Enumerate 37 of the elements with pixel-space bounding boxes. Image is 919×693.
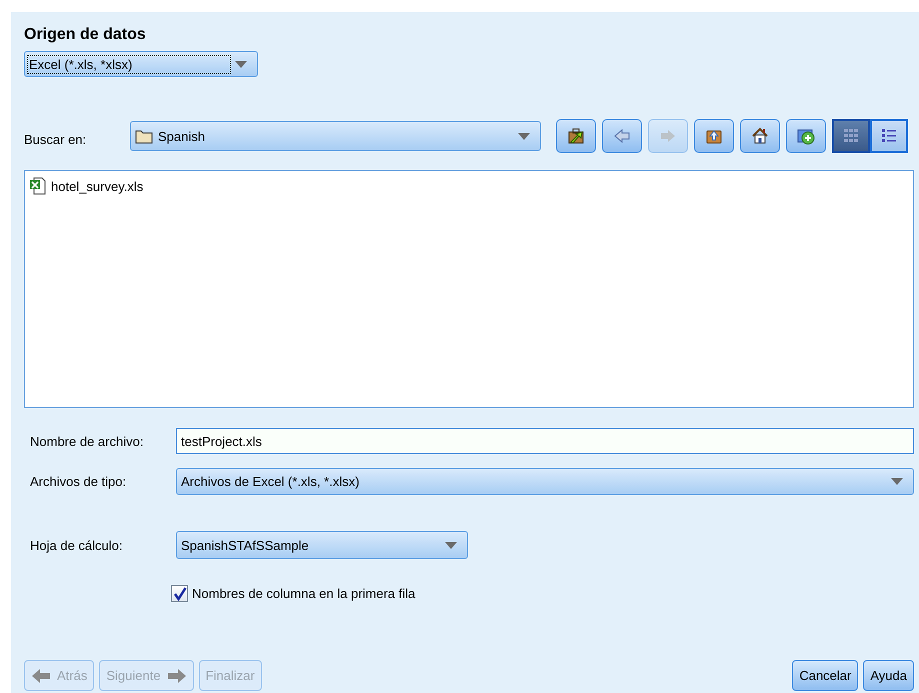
field-label: Hoja de cálculo: <box>29 538 124 552</box>
cancel-button[interactable]: Cancelar <box>792 660 858 691</box>
caret-icon <box>235 60 247 68</box>
sheet-dropdown[interactable]: SpanishSTAfSSample <box>176 531 468 559</box>
list-view-button[interactable] <box>870 119 908 153</box>
file-type-dropdown[interactable]: Archivos de Excel (*.xls, *.xlsx) <box>176 468 914 495</box>
file-name-field[interactable]: testProject.xls <box>176 428 914 454</box>
home-icon <box>751 127 769 145</box>
file-item[interactable]: hotel_survey.xls <box>29 177 144 195</box>
folder-plus-icon <box>797 127 815 145</box>
section-title: Origen de datos <box>24 26 147 44</box>
recent-places-button[interactable] <box>556 119 596 153</box>
caret-icon <box>518 132 530 140</box>
right-arrow-icon <box>659 127 677 145</box>
caret-icon <box>891 478 903 485</box>
left-arrow-icon <box>613 127 631 145</box>
back-button[interactable] <box>602 119 642 153</box>
left-arrow-icon <box>31 668 51 684</box>
right-arrow-icon <box>166 668 187 684</box>
folder-dropdown[interactable]: Spanish <box>130 121 541 151</box>
checkbox-label: Nombres de columna en la primera fila <box>192 586 416 601</box>
up-folder-button[interactable] <box>694 119 734 153</box>
spreadsheet-file-icon <box>29 177 47 195</box>
grid-view-button[interactable] <box>832 119 870 153</box>
field-label: Nombre de archivo: <box>29 434 144 448</box>
source-dropdown[interactable]: Excel (*.xls, *xlsx) <box>24 51 258 77</box>
field-label: Archivos de tipo: <box>29 474 128 489</box>
new-folder-button[interactable] <box>786 119 826 153</box>
help-button[interactable]: Ayuda <box>863 660 914 691</box>
grid-view-icon <box>842 127 860 145</box>
home-button[interactable] <box>740 119 780 153</box>
checkbox[interactable] <box>171 585 188 602</box>
caret-icon <box>445 542 457 548</box>
folder-icon <box>135 128 153 144</box>
briefcase-arrow-icon <box>567 127 585 145</box>
field-label: Buscar en: <box>24 130 88 146</box>
list-view-icon <box>880 127 898 145</box>
